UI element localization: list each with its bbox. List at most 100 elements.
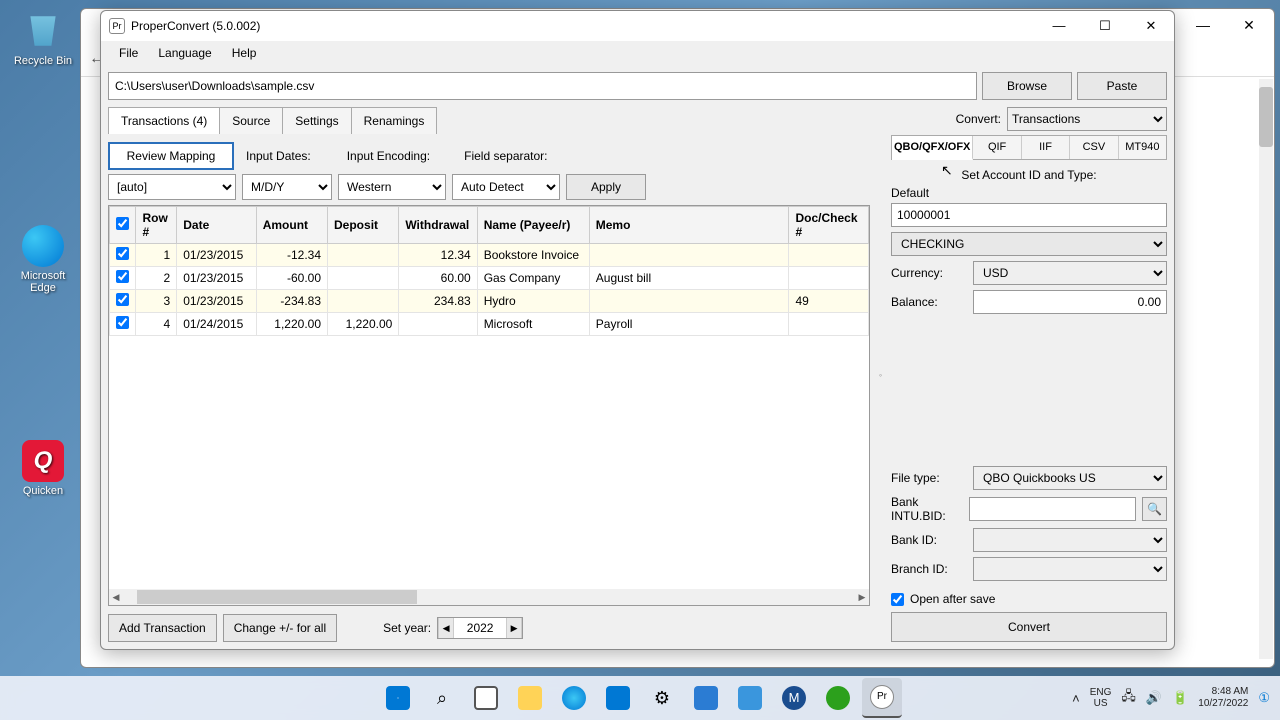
balance-input[interactable]: [973, 290, 1167, 314]
filetype-select[interactable]: QBO Quickbooks US: [973, 466, 1167, 490]
row-checkbox[interactable]: [116, 247, 129, 260]
app-icon-2[interactable]: [730, 678, 770, 718]
splitter[interactable]: ◦: [878, 107, 883, 642]
col-date[interactable]: Date: [177, 207, 256, 244]
notifications-icon[interactable]: ①: [1258, 690, 1270, 706]
format-tab-qbo[interactable]: QBO/QFX/OFX: [892, 136, 973, 160]
network-icon[interactable]: 🖧: [1121, 687, 1136, 709]
recycle-bin-icon[interactable]: Recycle Bin: [8, 10, 78, 67]
edge-taskbar-icon[interactable]: [554, 678, 594, 718]
encoding-select[interactable]: Western: [338, 174, 446, 200]
currency-select[interactable]: USD: [973, 261, 1167, 285]
add-transaction-button[interactable]: Add Transaction: [108, 614, 217, 642]
tab-settings[interactable]: Settings: [282, 107, 351, 134]
col-amount[interactable]: Amount: [256, 207, 327, 244]
file-path-input[interactable]: [108, 72, 977, 100]
settings-icon[interactable]: ⚙: [642, 678, 682, 718]
col-check[interactable]: [110, 207, 136, 244]
row-checkbox[interactable]: [116, 270, 129, 283]
cursor-icon: ↖: [941, 162, 953, 179]
convert-select[interactable]: Transactions: [1007, 107, 1167, 131]
col-doc[interactable]: Doc/Check #: [789, 207, 869, 244]
table-row[interactable]: 201/23/2015 -60.00 60.00Gas Company Augu…: [110, 267, 869, 290]
bankid-select[interactable]: [973, 528, 1167, 552]
tray-chevron-icon[interactable]: ˄: [1072, 691, 1080, 706]
language-indicator-1[interactable]: ENG: [1090, 687, 1112, 698]
col-deposit[interactable]: Deposit: [328, 207, 399, 244]
branch-label: Branch ID:: [891, 562, 967, 576]
tab-renamings[interactable]: Renamings: [351, 107, 438, 134]
col-name[interactable]: Name (Payee/r): [477, 207, 589, 244]
input-encoding-label: Input Encoding:: [347, 149, 430, 163]
account-section-title: ↖ Set Account ID and Type:: [891, 160, 1167, 186]
quickbooks-icon[interactable]: [818, 678, 858, 718]
maximize-button[interactable]: ☐: [1082, 12, 1128, 40]
year-prev-icon[interactable]: ◀: [438, 618, 454, 638]
menu-file[interactable]: File: [109, 43, 148, 63]
intu-search-button[interactable]: 🔍: [1142, 497, 1167, 521]
balance-label: Balance:: [891, 295, 967, 309]
app-window: Pr ProperConvert (5.0.002) ― ☐ ✕ File La…: [100, 10, 1175, 650]
start-button[interactable]: [378, 678, 418, 718]
clock[interactable]: 8:48 AM10/27/2022: [1198, 686, 1248, 710]
browse-button[interactable]: Browse: [982, 72, 1072, 100]
filetype-label: File type:: [891, 471, 967, 485]
row-checkbox[interactable]: [116, 293, 129, 306]
col-withdrawal[interactable]: Withdrawal: [399, 207, 477, 244]
properconvert-taskbar-icon[interactable]: Pr: [862, 678, 902, 718]
change-sign-button[interactable]: Change +/- for all: [223, 614, 337, 642]
row-checkbox[interactable]: [116, 316, 129, 329]
tab-source[interactable]: Source: [219, 107, 283, 134]
bg-close-button[interactable]: ✕: [1226, 10, 1272, 40]
menu-help[interactable]: Help: [222, 43, 267, 63]
review-mapping-button[interactable]: Review Mapping: [108, 142, 234, 170]
volume-icon[interactable]: 🔊: [1146, 690, 1162, 706]
app-icon-3[interactable]: M: [774, 678, 814, 718]
taskview-icon[interactable]: [466, 678, 506, 718]
branch-select[interactable]: [973, 557, 1167, 581]
format-tab-iif[interactable]: IIF: [1022, 136, 1070, 159]
bankid-label: Bank ID:: [891, 533, 967, 547]
format-tab-csv[interactable]: CSV: [1070, 136, 1118, 159]
bg-minimize-button[interactable]: ―: [1180, 10, 1226, 40]
search-icon[interactable]: ⌕: [422, 678, 462, 718]
open-after-label: Open after save: [910, 592, 995, 606]
year-value: 2022: [454, 621, 506, 635]
separator-select[interactable]: Auto Detect: [452, 174, 560, 200]
transactions-table: Row # Date Amount Deposit Withdrawal Nam…: [109, 206, 869, 336]
horizontal-scrollbar[interactable]: ◀▶: [109, 589, 869, 605]
close-button[interactable]: ✕: [1128, 12, 1174, 40]
date-format-select[interactable]: M/D/Y: [242, 174, 332, 200]
set-year-label: Set year:: [383, 621, 431, 635]
year-spinner[interactable]: ◀ 2022 ▶: [437, 617, 523, 639]
battery-icon[interactable]: 🔋: [1172, 690, 1188, 706]
convert-button[interactable]: Convert: [891, 612, 1167, 642]
table-row[interactable]: 101/23/2015 -12.34 12.34Bookstore Invoic…: [110, 244, 869, 267]
app-icon-1[interactable]: [686, 678, 726, 718]
account-id-input[interactable]: [891, 203, 1167, 227]
menu-language[interactable]: Language: [148, 43, 221, 63]
account-type-select[interactable]: CHECKING: [891, 232, 1167, 256]
edge-icon[interactable]: Microsoft Edge: [8, 225, 78, 294]
store-icon[interactable]: [598, 678, 638, 718]
paste-button[interactable]: Paste: [1077, 72, 1167, 100]
col-memo[interactable]: Memo: [589, 207, 789, 244]
table-row[interactable]: 401/24/2015 1,220.001,220.00 Microsoft P…: [110, 313, 869, 336]
explorer-icon[interactable]: [510, 678, 550, 718]
tab-transactions[interactable]: Transactions (4): [108, 107, 220, 134]
open-after-checkbox[interactable]: [891, 593, 904, 606]
auto-select[interactable]: [auto]: [108, 174, 236, 200]
field-separator-label: Field separator:: [464, 149, 547, 163]
apply-button[interactable]: Apply: [566, 174, 646, 200]
currency-label: Currency:: [891, 266, 967, 280]
table-row[interactable]: 301/23/2015 -234.83 234.83Hydro 49: [110, 290, 869, 313]
format-tab-mt940[interactable]: MT940: [1119, 136, 1166, 159]
quicken-icon[interactable]: QQuicken: [8, 440, 78, 497]
intu-input[interactable]: [969, 497, 1136, 521]
col-row[interactable]: Row #: [136, 207, 177, 244]
title-bar: Pr ProperConvert (5.0.002) ― ☐ ✕: [101, 11, 1174, 41]
year-next-icon[interactable]: ▶: [506, 618, 522, 638]
minimize-button[interactable]: ―: [1036, 12, 1082, 40]
format-tab-qif[interactable]: QIF: [973, 136, 1021, 159]
bg-scrollbar[interactable]: [1259, 79, 1273, 659]
